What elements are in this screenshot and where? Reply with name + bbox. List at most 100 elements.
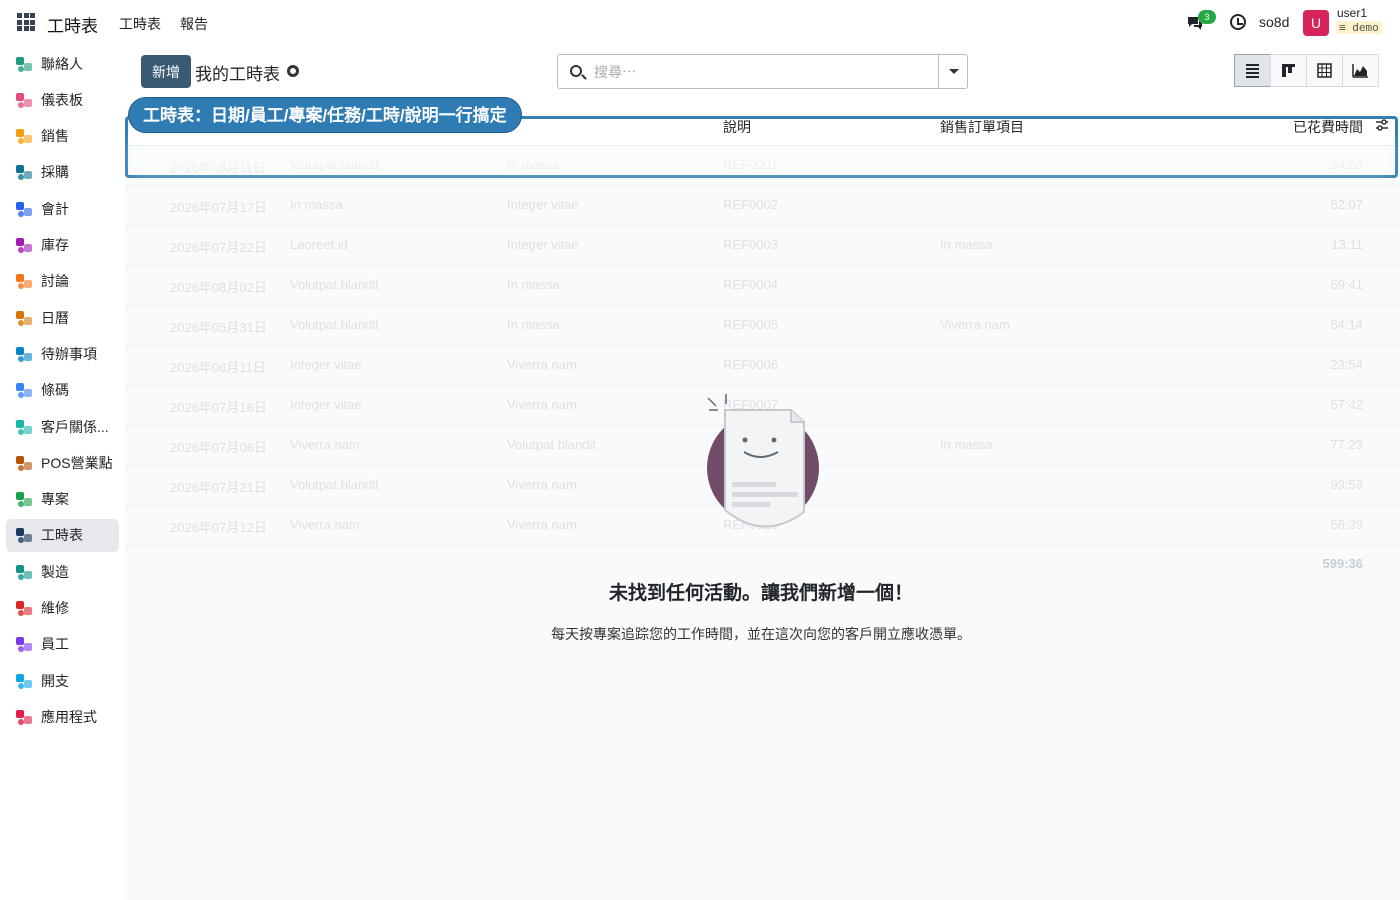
sidebar-item-discuss[interactable]: 討論	[6, 265, 119, 298]
app-menu-icon[interactable]	[17, 13, 35, 31]
sidebar-item-label: 聯絡人	[41, 55, 83, 72]
sidebar-item-todo[interactable]: 待辦事項	[6, 337, 119, 370]
cell-time: 84:14	[1330, 317, 1363, 332]
cell-sale: In massa	[940, 437, 993, 452]
sidebar-item-label: 客戶關係...	[41, 418, 109, 435]
sidebar-item-label: 應用程式	[41, 708, 97, 725]
activity-clock-icon[interactable]	[1230, 14, 1246, 30]
sidebar-item-timesheet[interactable]: 工時表	[6, 518, 119, 552]
sidebar-item-label: 工時表	[41, 527, 83, 544]
company-switcher[interactable]: so8d	[1259, 14, 1289, 30]
sidebar-item-label: 專案	[41, 491, 69, 508]
sidebar-item-sales[interactable]: 銷售	[6, 120, 119, 153]
cell-task: Volutpat blandit	[507, 437, 596, 452]
sidebar-item-purchase[interactable]: 採購	[6, 156, 119, 189]
sidebar-item-label: 銷售	[41, 128, 69, 145]
cell-project: In massa	[290, 197, 343, 212]
graph-view-button[interactable]	[1342, 54, 1379, 87]
cell-time: 82:07	[1330, 197, 1363, 212]
cell-project: Volutpat blandit	[290, 477, 379, 492]
sidebar-item-pos[interactable]: POS營業點	[6, 446, 119, 479]
sidebar-item-calendar[interactable]: 日曆	[6, 301, 119, 334]
cell-task: Viverra nam	[507, 397, 577, 412]
database-name: demo	[1352, 21, 1379, 34]
cell-task: In massa	[507, 317, 560, 332]
cell-project: Viverra nam	[290, 437, 360, 452]
list-view-button[interactable]	[1234, 54, 1271, 87]
todo-icon	[14, 344, 34, 364]
cell-project: Laoreet id	[290, 237, 348, 252]
graph-view-icon	[1352, 64, 1368, 78]
sidebar-item-project[interactable]: 專案	[6, 483, 119, 516]
purchase-icon	[14, 162, 34, 182]
sidebar-item-label: 待辦事項	[41, 345, 97, 362]
table-row: 2026年06月11日 Integer vitae Viverra nam REF00…	[125, 346, 1400, 386]
cell-sale: Viverra nam	[940, 317, 1010, 332]
app-sidebar: 聯絡人儀表板銷售採購 會計庫存討論日曆待辦事項條碼客戶關係... POS營業點專案工…	[0, 46, 125, 900]
total-time-spent: 599:36	[1322, 556, 1363, 571]
cell-desc: REF0005	[723, 317, 778, 332]
calendar-icon	[14, 308, 34, 328]
top-navbar: 工時表 工時表 報告 3 so8d U user1 ≡ demo	[0, 0, 1400, 46]
cell-sale: In massa	[940, 237, 993, 252]
control-panel: 新增 我的工時表	[125, 46, 1400, 104]
sidebar-item-label: 開支	[41, 672, 69, 689]
menu-reporting[interactable]: 報告	[180, 14, 208, 34]
cell-date: 2026年07月22日	[170, 240, 267, 255]
sidebar-item-barcode[interactable]: 條碼	[6, 374, 119, 407]
new-button[interactable]: 新增	[141, 55, 191, 88]
sidebar-item-label: 庫存	[41, 237, 69, 253]
search-icon	[570, 65, 582, 77]
cell-date: 2026年08月02日	[170, 280, 267, 295]
crm-icon	[14, 417, 34, 437]
discuss-icon	[14, 271, 34, 291]
cell-task: Integer vitae	[507, 237, 579, 252]
pivot-view-button[interactable]	[1306, 54, 1343, 87]
cell-task: Viverra nam	[507, 477, 577, 492]
cell-date: 2026年07月21日	[170, 480, 267, 495]
sidebar-item-accounting[interactable]: 會計	[6, 192, 119, 225]
sidebar-item-expenses[interactable]: 開支	[6, 664, 119, 697]
contacts-icon	[14, 54, 34, 74]
timesheet-icon	[14, 525, 34, 545]
gear-icon[interactable]	[287, 65, 299, 77]
empty-state-subtitle: 每天按專案追踪您的工作時間，並在這次向您的客戶開立應收憑單。	[551, 626, 971, 642]
sidebar-item-contacts[interactable]: 聯絡人	[6, 47, 119, 80]
cell-desc: REF0002	[723, 197, 778, 212]
sidebar-item-crm[interactable]: 客戶關係...	[6, 410, 119, 443]
cell-time: 69:41	[1330, 277, 1363, 292]
apps-icon	[14, 707, 34, 727]
cell-time: 56:39	[1330, 517, 1363, 532]
tour-tip[interactable]: 工時表：日期/員工/專案/任務/工時/說明一行搞定	[128, 97, 522, 133]
barcode-icon	[14, 380, 34, 400]
search-input[interactable]	[594, 62, 924, 82]
user-name[interactable]: user1	[1337, 6, 1367, 20]
cell-desc: REF0006	[723, 357, 778, 372]
search-box	[557, 54, 968, 89]
sidebar-item-label: 討論	[41, 273, 69, 290]
sidebar-item-inventory[interactable]: 庫存	[6, 229, 119, 262]
menu-timesheet[interactable]: 工時表	[119, 14, 161, 34]
project-icon	[14, 489, 34, 509]
sidebar-item-dashboard[interactable]: 儀表板	[6, 83, 119, 116]
table-row: 2026年07月17日 In massa Integer vitae REF0002 8…	[125, 186, 1400, 226]
cell-date: 2026年07月17日	[170, 200, 267, 215]
cell-date: 2026年07月16日	[170, 400, 267, 415]
accounting-icon	[14, 199, 34, 219]
user-avatar[interactable]: U	[1303, 10, 1329, 36]
search-options-toggle[interactable]	[938, 55, 967, 88]
kanban-view-button[interactable]	[1270, 54, 1307, 87]
cell-date: 2026年07月12日	[170, 520, 267, 535]
view-switcher	[1234, 54, 1379, 87]
sidebar-item-apps[interactable]: 應用程式	[6, 700, 119, 733]
chat-badge: 3	[1198, 10, 1216, 24]
table-row: 2026年07月22日 Laoreet id Integer vitae REF000…	[125, 226, 1400, 266]
cell-time: 77:23	[1330, 437, 1363, 452]
app-brand[interactable]: 工時表	[47, 12, 98, 37]
table-row: 2026年08月02日 Volutpat blandit In massa REF00…	[125, 266, 1400, 306]
cell-project: Volutpat blandit	[290, 277, 379, 292]
sales-icon	[14, 126, 34, 146]
cell-project: Integer vitae	[290, 397, 362, 412]
sidebar-item-label: 儀表板	[41, 91, 83, 108]
dashboard-icon	[14, 90, 34, 110]
